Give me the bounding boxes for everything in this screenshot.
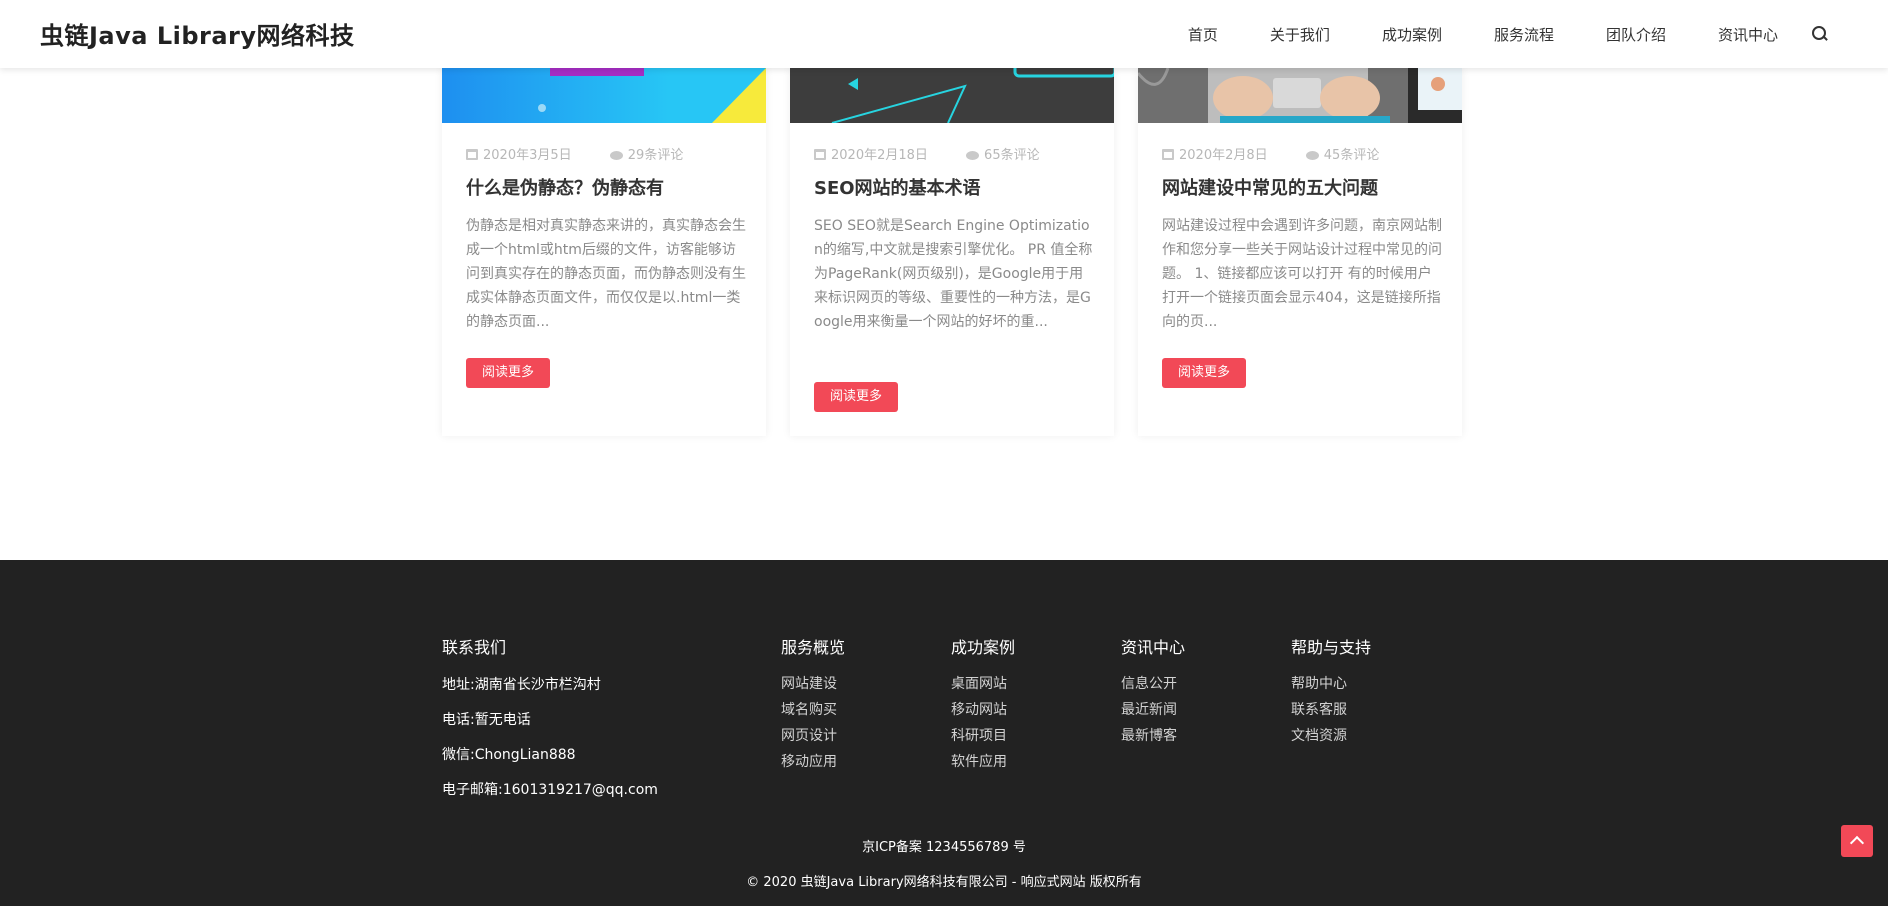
footer-link[interactable]: 网站建设 — [781, 671, 837, 697]
post-meta: 2020年2月18日 65条评论 — [814, 144, 1074, 163]
nav-item-process[interactable]: 服务流程 — [1494, 24, 1554, 45]
post-excerpt: SEO SEO就是Search Engine Optimization的缩写,中… — [814, 218, 1093, 330]
footer-contact-title: 联系我们 — [442, 638, 507, 657]
footer-link[interactable]: 信息公开 — [1121, 671, 1177, 697]
post-excerpt: 伪静态是相对真实静态来讲的，真实静态会生成一个html或htm后缀的文件，访客能… — [466, 218, 746, 330]
footer-link[interactable]: 帮助中心 — [1291, 671, 1347, 697]
footer-cases-list: 桌面网站 移动网站 科研项目 软件应用 — [951, 671, 1007, 775]
post-thumbnail[interactable] — [790, 68, 1114, 123]
footer-link[interactable]: 科研项目 — [951, 723, 1007, 749]
calendar-icon — [1162, 149, 1174, 160]
post-card: 2020年2月8日 45条评论 网站建设中常见的五大问题 网站建设过程中会遇到许… — [1138, 68, 1462, 436]
nav-item-cases[interactable]: 成功案例 — [1382, 24, 1442, 45]
contact-address: 地址:湖南省长沙市栏沟村 — [442, 677, 601, 693]
site-logo[interactable]: 虫链Java Library网络科技 — [40, 16, 355, 51]
main-nav: 首页 关于我们 成功案例 服务流程 团队介绍 资讯中心 — [1136, 0, 1828, 68]
post-date: 2020年3月5日 — [483, 148, 572, 163]
footer-services-title: 服务概览 — [781, 638, 846, 657]
nav-item-about[interactable]: 关于我们 — [1270, 24, 1330, 45]
footer-cases-title: 成功案例 — [951, 638, 1016, 657]
footer-link[interactable]: 桌面网站 — [951, 671, 1007, 697]
footer-link[interactable]: 文档资源 — [1291, 723, 1347, 749]
post-comments[interactable]: 29条评论 — [628, 148, 684, 163]
comments-icon — [609, 151, 623, 160]
post-card: 2020年2月18日 65条评论 SEO网站的基本术语 SEO SEO就是Sea… — [790, 68, 1114, 436]
back-to-top-button[interactable] — [1841, 825, 1873, 857]
icp-record[interactable]: 京ICP备案 1234556789 号 — [0, 836, 1888, 855]
contact-wechat: 微信:ChongLian888 — [442, 747, 576, 763]
read-more-button[interactable]: 阅读更多 — [814, 382, 898, 412]
footer-link[interactable]: 移动应用 — [781, 749, 837, 775]
site-header: 虫链Java Library网络科技 首页 关于我们 成功案例 服务流程 团队介… — [0, 0, 1888, 68]
nav-item-news[interactable]: 资讯中心 — [1718, 24, 1778, 45]
post-date: 2020年2月8日 — [1179, 148, 1268, 163]
footer-help-title: 帮助与支持 — [1291, 638, 1372, 657]
post-excerpt: 网站建设过程中会遇到许多问题，南京网站制作和您分享一些关于网站设计过程中常见的问… — [1162, 218, 1442, 330]
contact-email[interactable]: 电子邮箱:1601319217@qq.com — [442, 779, 658, 814]
read-more-button[interactable]: 阅读更多 — [466, 358, 550, 388]
site-footer: 联系我们 地址:湖南省长沙市栏沟村 电话:暂无电话 微信:ChongLian88… — [0, 560, 1888, 906]
contact-phone: 电话:暂无电话 — [442, 712, 531, 728]
post-meta: 2020年2月8日 45条评论 — [1162, 144, 1413, 163]
footer-link[interactable]: 软件应用 — [951, 749, 1007, 775]
search-icon[interactable] — [1812, 26, 1828, 42]
post-title[interactable]: 网站建设中常见的五大问题 — [1162, 174, 1378, 200]
comments-icon — [1305, 151, 1319, 160]
post-comments[interactable]: 65条评论 — [984, 148, 1040, 163]
footer-help-list: 帮助中心 联系客服 文档资源 — [1291, 671, 1347, 749]
calendar-icon — [814, 149, 826, 160]
post-thumbnail[interactable] — [442, 68, 766, 123]
read-more-button[interactable]: 阅读更多 — [1162, 358, 1246, 388]
footer-services-list: 网站建设 域名购买 网页设计 移动应用 — [781, 671, 837, 775]
comments-icon — [966, 151, 980, 160]
footer-link[interactable]: 域名购买 — [781, 697, 837, 723]
footer-news-title: 资讯中心 — [1121, 638, 1186, 657]
post-title[interactable]: 什么是伪静态？伪静态有 — [466, 174, 664, 200]
copyright-text: © 2020 虫链Java Library网络科技有限公司 - 响应式网站 版权… — [746, 875, 1142, 890]
footer-link[interactable]: 最近新闻 — [1121, 697, 1177, 723]
post-title[interactable]: SEO网站的基本术语 — [814, 174, 981, 200]
footer-link[interactable]: 联系客服 — [1291, 697, 1347, 723]
post-date: 2020年2月18日 — [831, 148, 928, 163]
footer-contact-list: 地址:湖南省长沙市栏沟村 电话:暂无电话 微信:ChongLian888 电子邮… — [442, 674, 658, 814]
footer-link[interactable]: 移动网站 — [951, 697, 1007, 723]
nav-item-team[interactable]: 团队介绍 — [1606, 24, 1666, 45]
post-card: 2020年3月5日 29条评论 什么是伪静态？伪静态有 伪静态是相对真实静态来讲… — [442, 68, 766, 436]
footer-news-list: 信息公开 最近新闻 最新博客 — [1121, 671, 1177, 749]
post-thumbnail[interactable] — [1138, 68, 1462, 123]
nav-item-home[interactable]: 首页 — [1188, 24, 1218, 45]
footer-link[interactable]: 网页设计 — [781, 723, 837, 749]
post-comments[interactable]: 45条评论 — [1324, 148, 1380, 163]
post-meta: 2020年3月5日 29条评论 — [466, 144, 717, 163]
footer-link[interactable]: 最新博客 — [1121, 723, 1177, 749]
calendar-icon — [466, 149, 478, 160]
